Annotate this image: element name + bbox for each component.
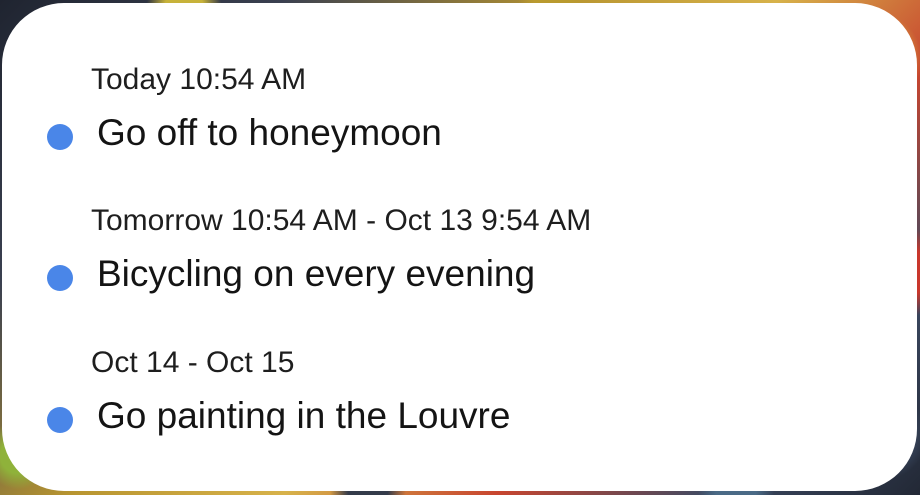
- event-time: Oct 14 - Oct 15: [91, 346, 295, 379]
- agenda-widget: Today 10:54 AM Go off to honeymoon Tomor…: [2, 3, 917, 491]
- event-color-dot-icon: [47, 265, 73, 291]
- event-title: Go off to honeymoon: [97, 112, 442, 153]
- event-color-dot-icon: [47, 407, 73, 433]
- event-time: Today 10:54 AM: [91, 63, 307, 96]
- event-title: Go painting in the Louvre: [97, 395, 511, 436]
- event-title: Bicycling on every evening: [97, 253, 536, 294]
- event-color-dot-icon: [47, 124, 73, 150]
- event-time: Tomorrow 10:54 AM - Oct 13 9:54 AM: [91, 204, 592, 237]
